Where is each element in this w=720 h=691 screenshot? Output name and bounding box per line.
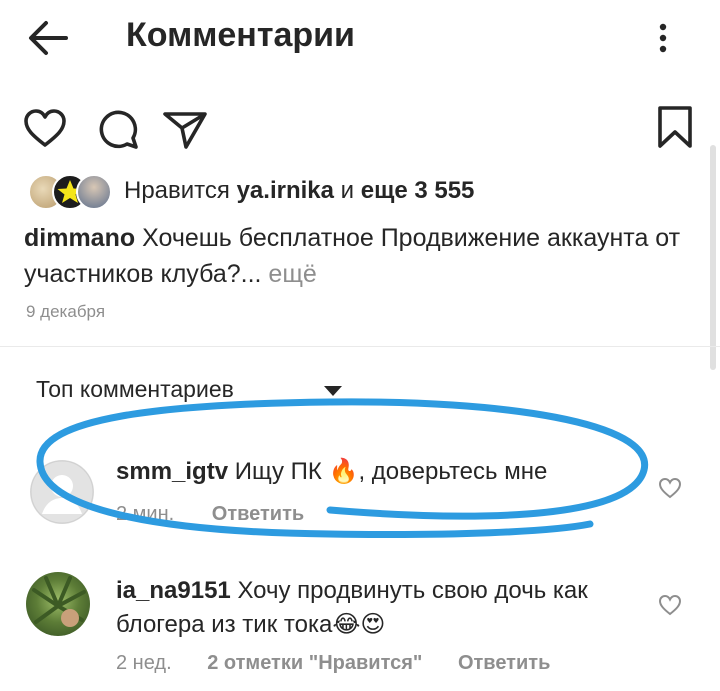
liker-username[interactable]: ya.irnika: [237, 177, 334, 204]
back-button[interactable]: [26, 18, 70, 58]
likes-prefix: Нравится: [124, 177, 230, 204]
comment-username[interactable]: ia_na9151: [116, 577, 231, 604]
post-date: 9 декабря: [26, 302, 106, 321]
comment-icon: [99, 110, 138, 149]
comment-meta: 2 мин. Ответить: [116, 503, 304, 526]
divider: [0, 346, 720, 347]
reply-button[interactable]: Ответить: [212, 503, 304, 525]
likes-conjunction: и: [340, 177, 355, 204]
more-options-button[interactable]: [648, 18, 678, 58]
comment-time: 2 нед.: [116, 652, 172, 674]
heart-icon: [24, 109, 66, 147]
save-button[interactable]: [652, 104, 698, 150]
comment-like-button[interactable]: [657, 592, 683, 618]
caret-down-icon: [324, 386, 342, 396]
heart-icon: [658, 594, 682, 616]
comment-text: , доверьтесь мне: [358, 458, 548, 485]
reply-button[interactable]: Ответить: [458, 652, 550, 674]
likes-summary[interactable]: Нравится ya.irnika и еще 3 555: [124, 177, 474, 205]
comment-meta: 2 нед. 2 отметки "Нравится" Ответить: [116, 652, 550, 675]
share-button[interactable]: [162, 106, 208, 152]
avatar: [76, 174, 112, 210]
comment-sort-dropdown[interactable]: [322, 384, 344, 403]
post-caption: dimmano Хочешь бесплатное Продвижение ак…: [24, 220, 694, 292]
comment-likes-count[interactable]: 2 отметки "Нравится": [207, 652, 422, 674]
more-vertical-icon: [659, 23, 667, 53]
likes-count[interactable]: еще 3 555: [361, 177, 475, 204]
page-title: Комментарии: [126, 16, 355, 54]
avatar[interactable]: [26, 572, 90, 636]
avatar-image: [32, 576, 86, 627]
comment-like-button[interactable]: [657, 475, 683, 501]
default-avatar-icon: [30, 460, 94, 524]
fire-emoji: 🔥: [328, 458, 359, 485]
comment-time: 2 мин.: [116, 503, 175, 525]
comment-text: Ищу ПК: [234, 458, 322, 485]
comment-body: smm_igtv Ищу ПК 🔥, доверьтесь мне: [116, 455, 646, 489]
comment-username[interactable]: smm_igtv: [116, 458, 228, 485]
bookmark-icon: [658, 106, 692, 148]
caption-username[interactable]: dimmano: [24, 224, 135, 252]
like-button[interactable]: [22, 106, 68, 152]
comment-button[interactable]: [96, 106, 142, 152]
caption-more-link[interactable]: ещё: [261, 260, 316, 288]
arrow-left-icon: [29, 21, 68, 55]
comment-sort-label[interactable]: Топ комментариев: [36, 376, 234, 403]
laughing-emoji: 😂: [332, 611, 361, 638]
comment-body: ia_na9151 Хочу продвинуть свою дочь как …: [116, 574, 646, 642]
scrollbar[interactable]: [710, 145, 716, 370]
avatar[interactable]: [30, 460, 94, 524]
heart-eyes-emoji: 😍: [360, 611, 386, 638]
send-icon: [163, 112, 207, 149]
heart-icon: [658, 477, 682, 499]
